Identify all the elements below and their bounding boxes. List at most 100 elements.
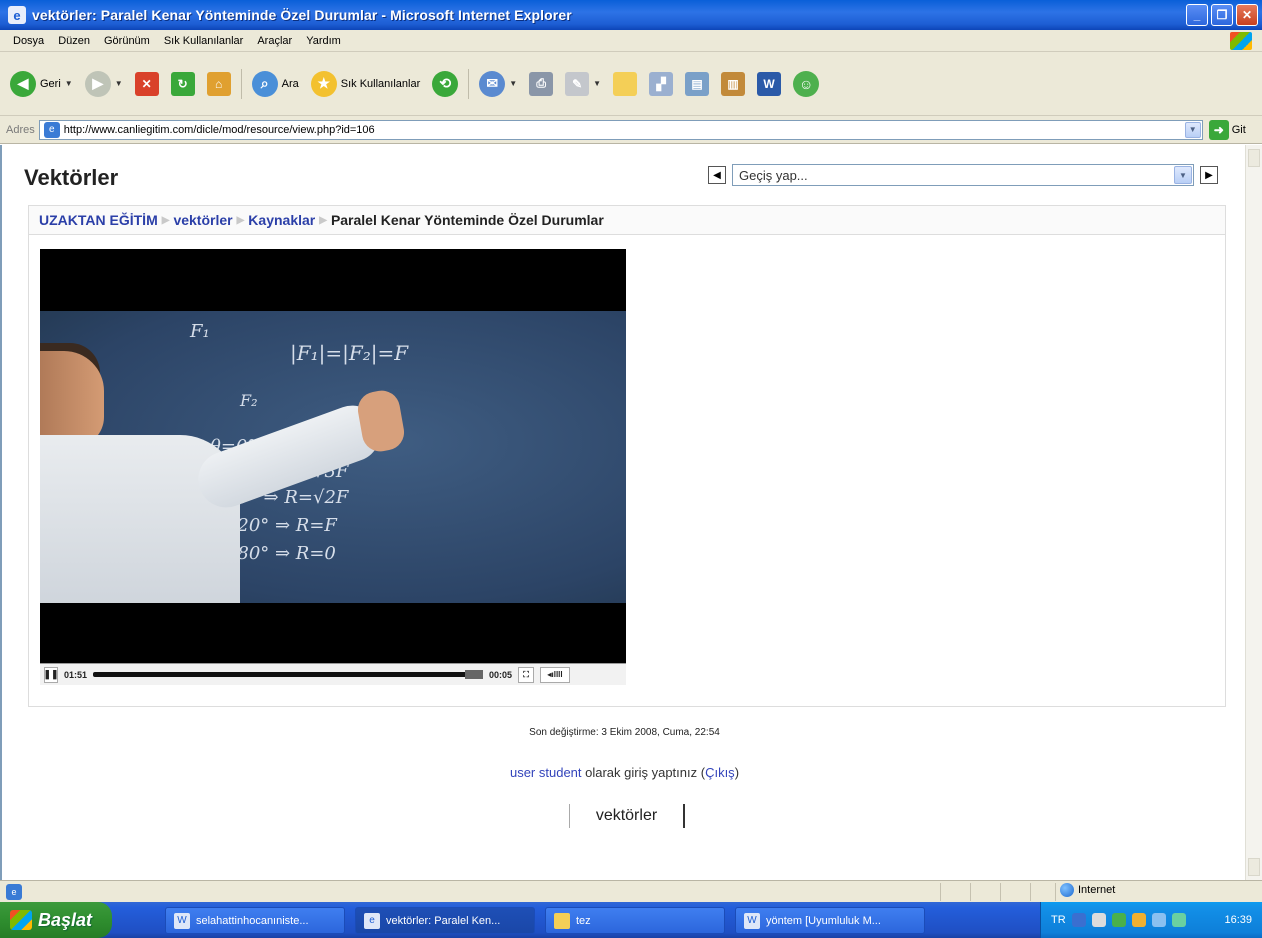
login-text: olarak giriş yaptınız (: [581, 765, 706, 780]
taskbar: Başlat W selahattinhocanıniste... e vekt…: [0, 902, 1262, 938]
status-bar: e Internet: [0, 880, 1262, 902]
search-icon: ⌕: [251, 70, 278, 97]
chart-button[interactable]: ▞: [645, 66, 677, 102]
vertical-scrollbar[interactable]: [1245, 145, 1262, 880]
taskbar-item-browser[interactable]: e vektörler: Paralel Ken...: [355, 907, 535, 934]
favorites-star-icon: ★: [310, 70, 337, 97]
breadcrumb-root[interactable]: UZAKTAN EĞİTİM: [39, 212, 158, 228]
video-progress-bar[interactable]: [93, 670, 484, 679]
breadcrumb-arrow-icon: ▶: [319, 214, 327, 226]
mail-icon: ✉: [479, 70, 506, 97]
fullscreen-icon[interactable]: ⛶: [518, 666, 535, 683]
print-icon: ⎙: [529, 71, 554, 96]
volume-tray-icon[interactable]: [1091, 913, 1106, 927]
mail-button[interactable]: ✉ ▼: [475, 66, 521, 102]
back-label: Geri: [40, 77, 61, 90]
address-dropdown-icon[interactable]: ▼: [1184, 121, 1201, 138]
home-button[interactable]: ⌂: [203, 66, 235, 102]
stop-button[interactable]: ✕: [131, 66, 163, 102]
maximize-button[interactable]: ❐: [1211, 4, 1233, 26]
research-button[interactable]: ▤: [681, 66, 713, 102]
menu-view[interactable]: Görünüm: [97, 35, 157, 47]
clock: 16:39: [1224, 914, 1252, 926]
go-arrow-icon: ➜: [1208, 119, 1229, 140]
notes-button[interactable]: [609, 66, 641, 102]
page-status-icon: e: [6, 883, 22, 900]
logout-link[interactable]: Çıkış: [705, 765, 735, 780]
go-button[interactable]: ➜ Git: [1208, 119, 1246, 140]
back-button[interactable]: ◀ Geri ▼: [6, 66, 77, 102]
forward-dropdown-icon: ▼: [114, 79, 123, 88]
taskbar-item-label: selahattinhocanıniste...: [196, 914, 309, 927]
jump-dropdown-icon: ▼: [1174, 166, 1192, 184]
edit-dropdown-icon: ▼: [593, 79, 602, 88]
windows-logo-icon: [1230, 32, 1252, 50]
taskbar-item-label: tez: [576, 914, 591, 927]
favorites-button[interactable]: ★ Sık Kullanılanlar: [307, 66, 425, 102]
breadcrumb-section[interactable]: Kaynaklar: [248, 212, 315, 228]
address-input[interactable]: e http://www.canliegitim.com/dicle/mod/r…: [38, 119, 1203, 140]
messenger-book-button[interactable]: ▥: [717, 66, 749, 102]
word-button[interactable]: W: [753, 66, 785, 102]
menu-help[interactable]: Yardım: [299, 35, 348, 47]
network-tray-icon[interactable]: [1111, 913, 1126, 927]
taskbar-item-label: yöntem [Uyumluluk M...: [766, 914, 881, 927]
video-remaining-time: 00:05: [489, 669, 513, 680]
status-divider: [970, 883, 971, 901]
toolbar-separator: [468, 68, 470, 99]
edit-button[interactable]: ✎ ▼: [561, 66, 605, 102]
menu-edit[interactable]: Düzen: [51, 35, 97, 47]
taskbar-item-folder[interactable]: tez: [545, 907, 725, 934]
ie-icon: e: [8, 6, 26, 24]
status-divider: [940, 883, 941, 901]
video-frame: F₁ |F₁|=|F₂|=F F₂ θ=0° ⇒ R=2F θ=60° ⇒ R=…: [40, 311, 626, 603]
breadcrumb-current: Paralel Kenar Yönteminde Özel Durumlar: [330, 212, 604, 228]
taskbar-item-word-doc[interactable]: W selahattinhocanıniste...: [165, 907, 345, 934]
minimize-button[interactable]: _: [1186, 4, 1208, 26]
history-button[interactable]: ⟲: [428, 66, 462, 102]
page-viewport: Vektörler ◀ Geçiş yap... ▼ ▶ UZAKTAN EĞİ…: [0, 145, 1262, 880]
refresh-button[interactable]: ↻: [167, 66, 199, 102]
print-button[interactable]: ⎙: [525, 66, 557, 102]
windows-flag-icon: [10, 910, 32, 930]
menu-file[interactable]: Dosya: [6, 35, 51, 47]
go-label: Git: [1231, 123, 1246, 136]
toolbar: ◀ Geri ▼ ▶ ▼ ✕ ↻ ⌂ ⌕ Ara ★ Sık Kullanıla…: [0, 52, 1262, 116]
video-player[interactable]: F₁ |F₁|=|F₂|=F F₂ θ=0° ⇒ R=2F θ=60° ⇒ R=…: [40, 249, 626, 685]
search-button[interactable]: ⌕ Ara: [248, 66, 303, 102]
lecturer: [40, 343, 407, 603]
language-indicator[interactable]: TR: [1051, 914, 1066, 926]
scroll-up-button[interactable]: [1248, 149, 1260, 167]
update-tray-icon[interactable]: [1151, 913, 1166, 927]
last-modified: Son değiştirme: 3 Ekim 2008, Cuma, 22:54: [529, 727, 720, 738]
research-icon: ▤: [685, 71, 710, 96]
forward-button[interactable]: ▶ ▼: [81, 66, 127, 102]
start-button[interactable]: Başlat: [0, 902, 112, 938]
messenger-button[interactable]: ☺: [789, 66, 823, 102]
stop-icon: ✕: [134, 71, 159, 96]
forward-arrow-icon: ▶: [84, 70, 111, 97]
menu-favorites[interactable]: Sık Kullanılanlar: [157, 35, 251, 47]
breadcrumb-course[interactable]: vektörler: [173, 212, 232, 228]
jump-menu: ◀ Geçiş yap... ▼ ▶: [708, 164, 1218, 186]
next-resource-button[interactable]: ▶: [1200, 166, 1218, 184]
back-tray-icon[interactable]: [1071, 913, 1086, 927]
messenger-icon: ☺: [793, 70, 820, 97]
menu-tools[interactable]: Araçlar: [250, 35, 299, 47]
antivirus-tray-icon[interactable]: [1131, 913, 1146, 927]
scroll-down-button[interactable]: [1248, 858, 1260, 876]
login-text-end: ): [734, 765, 740, 780]
pause-button[interactable]: ❚❚: [43, 666, 59, 683]
course-home-button[interactable]: vektörler: [569, 804, 685, 828]
messenger-tray-icon[interactable]: [1171, 913, 1186, 927]
status-divider: [1030, 883, 1031, 901]
window-title: vektörler: Paralel Kenar Yönteminde Özel…: [32, 7, 572, 23]
previous-resource-button[interactable]: ◀: [708, 166, 726, 184]
breadcrumb-arrow-icon: ▶: [161, 214, 170, 226]
volume-icon[interactable]: ◂ıllll: [540, 666, 571, 683]
word-doc-icon: W: [174, 912, 190, 929]
taskbar-item-word-doc-2[interactable]: W yöntem [Uyumluluk M...: [735, 907, 925, 934]
close-button[interactable]: ✕: [1236, 4, 1258, 26]
jump-select[interactable]: Geçiş yap... ▼: [732, 164, 1194, 186]
user-link[interactable]: user student: [510, 765, 582, 780]
